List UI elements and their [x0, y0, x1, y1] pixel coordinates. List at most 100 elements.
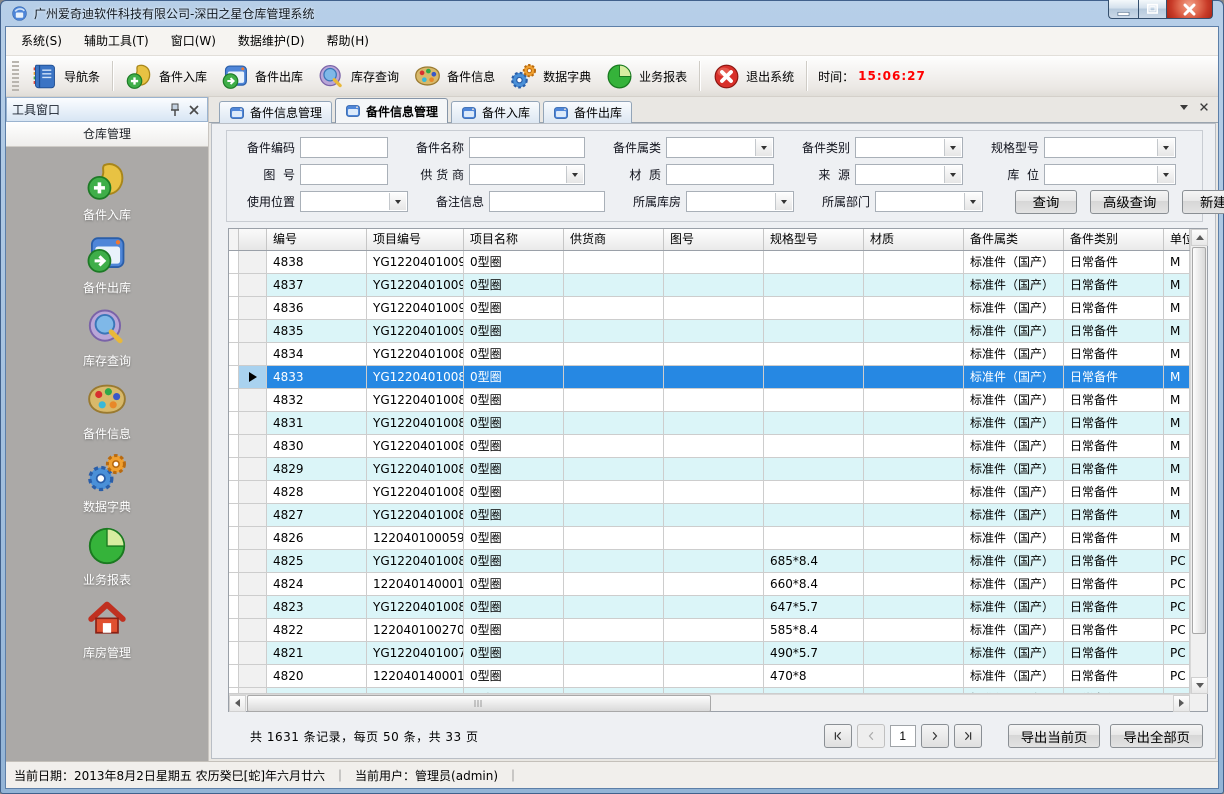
cell[interactable] [664, 297, 764, 319]
cell[interactable]: M [1164, 297, 1190, 319]
cell[interactable] [864, 412, 964, 434]
cell[interactable] [864, 435, 964, 457]
input-图号[interactable] [300, 164, 388, 185]
cell[interactable] [564, 251, 664, 273]
cell[interactable]: 490*5.7 [764, 642, 864, 664]
row-header[interactable] [239, 389, 267, 411]
cell[interactable]: M [1164, 527, 1190, 549]
cell[interactable]: 日常备件 [1064, 343, 1164, 365]
cell[interactable]: 4825 [267, 550, 367, 572]
cell[interactable]: 0型圈 [464, 665, 564, 687]
cell[interactable]: 4836 [267, 297, 367, 319]
cell[interactable] [564, 573, 664, 595]
toolbar-button-spare-out[interactable]: 备件出库 [214, 59, 310, 94]
row-header[interactable] [239, 320, 267, 342]
cell[interactable]: YG12204010089 [367, 343, 464, 365]
cell[interactable] [664, 274, 764, 296]
cell[interactable] [864, 573, 964, 595]
cell[interactable] [664, 435, 764, 457]
cell[interactable]: PC [1164, 642, 1190, 664]
row-header[interactable] [239, 481, 267, 503]
tab-list-dropdown-icon[interactable] [1180, 105, 1188, 110]
column-header-7[interactable]: 材质 [864, 229, 964, 250]
cell[interactable] [764, 274, 864, 296]
scroll-right-icon[interactable] [1173, 695, 1190, 712]
cell[interactable] [764, 412, 864, 434]
cell[interactable]: 日常备件 [1064, 320, 1164, 342]
dropdown-button[interactable] [964, 193, 981, 210]
cell[interactable]: 4834 [267, 343, 367, 365]
cell[interactable] [564, 504, 664, 526]
table-row[interactable]: 482212204010027000型圈585*8.4标准件（国产）日常备件PC [229, 619, 1190, 642]
cell[interactable]: PC [1164, 665, 1190, 687]
cell[interactable] [664, 412, 764, 434]
tab-close-icon[interactable] [1198, 101, 1210, 113]
cell[interactable] [564, 274, 664, 296]
close-icon[interactable] [186, 102, 202, 118]
cell[interactable] [664, 573, 764, 595]
page-number-input[interactable] [890, 725, 916, 747]
cell[interactable] [564, 366, 664, 388]
cell[interactable] [764, 251, 864, 273]
cell[interactable]: M [1164, 389, 1190, 411]
scroll-up-icon[interactable] [1191, 229, 1208, 246]
cell[interactable]: 标准件（国产） [964, 435, 1064, 457]
row-header[interactable] [239, 366, 267, 388]
pager-first-button[interactable] [824, 724, 852, 748]
cell[interactable]: 日常备件 [1064, 573, 1164, 595]
cell[interactable] [664, 642, 764, 664]
cell[interactable] [664, 366, 764, 388]
cell[interactable] [564, 297, 664, 319]
cell[interactable]: 日常备件 [1064, 297, 1164, 319]
cell[interactable] [864, 320, 964, 342]
cell[interactable]: 0型圈 [464, 412, 564, 434]
cell[interactable]: 4829 [267, 458, 367, 480]
horizontal-scrollbar[interactable] [229, 694, 1190, 711]
table-row[interactable]: 4834YG122040100890型圈标准件（国产）日常备件M [229, 343, 1190, 366]
cell[interactable]: 4832 [267, 389, 367, 411]
cell[interactable]: 标准件（国产） [964, 389, 1064, 411]
cell[interactable]: 日常备件 [1064, 412, 1164, 434]
cell[interactable] [864, 481, 964, 503]
row-header[interactable] [239, 596, 267, 618]
cell[interactable]: 685*8.4 [764, 550, 864, 572]
row-header[interactable] [239, 274, 267, 296]
cell[interactable] [864, 527, 964, 549]
cell[interactable]: M [1164, 343, 1190, 365]
cell[interactable] [664, 320, 764, 342]
dropdown-button[interactable] [755, 139, 772, 156]
dropdown-button[interactable] [775, 193, 792, 210]
column-header-5[interactable]: 图号 [664, 229, 764, 250]
cell[interactable]: YG12204010083 [367, 481, 464, 503]
cell[interactable]: 0型圈 [464, 527, 564, 549]
column-header-1[interactable]: 编号 [267, 229, 367, 250]
toolbar-button-stock-query[interactable]: 库存查询 [310, 59, 406, 94]
cell[interactable]: M [1164, 251, 1190, 273]
table-row[interactable]: 4833YG122040100880型圈标准件（国产）日常备件M [229, 366, 1190, 389]
cell[interactable] [564, 619, 664, 641]
cell[interactable]: 4833 [267, 366, 367, 388]
cell[interactable]: 4835 [267, 320, 367, 342]
cell[interactable]: 0型圈 [464, 458, 564, 480]
cell[interactable]: 日常备件 [1064, 688, 1164, 693]
cell[interactable]: 标准件（国产） [964, 481, 1064, 503]
row-header[interactable] [239, 343, 267, 365]
sidebar-item-window-out[interactable]: 备件出库 [47, 232, 167, 296]
cell[interactable]: YG12204010081 [367, 550, 464, 572]
cell[interactable] [664, 665, 764, 687]
scroll-left-icon[interactable] [229, 695, 246, 712]
cell[interactable]: 660*8.4 [764, 573, 864, 595]
cell[interactable] [564, 665, 664, 687]
cell[interactable]: 日常备件 [1064, 619, 1164, 641]
cell[interactable]: YG12204010082 [367, 504, 464, 526]
cell[interactable]: M [1164, 481, 1190, 503]
toolbar-button-biz-report[interactable]: 业务报表 [598, 59, 694, 94]
cell[interactable] [664, 550, 764, 572]
cell[interactable] [367, 688, 464, 693]
cell[interactable] [764, 343, 864, 365]
select-备件属类[interactable] [666, 137, 774, 158]
row-header[interactable] [239, 619, 267, 641]
row-header[interactable] [239, 435, 267, 457]
dropdown-button[interactable] [1157, 166, 1174, 183]
column-header-9[interactable]: 备件类别 [1064, 229, 1164, 250]
